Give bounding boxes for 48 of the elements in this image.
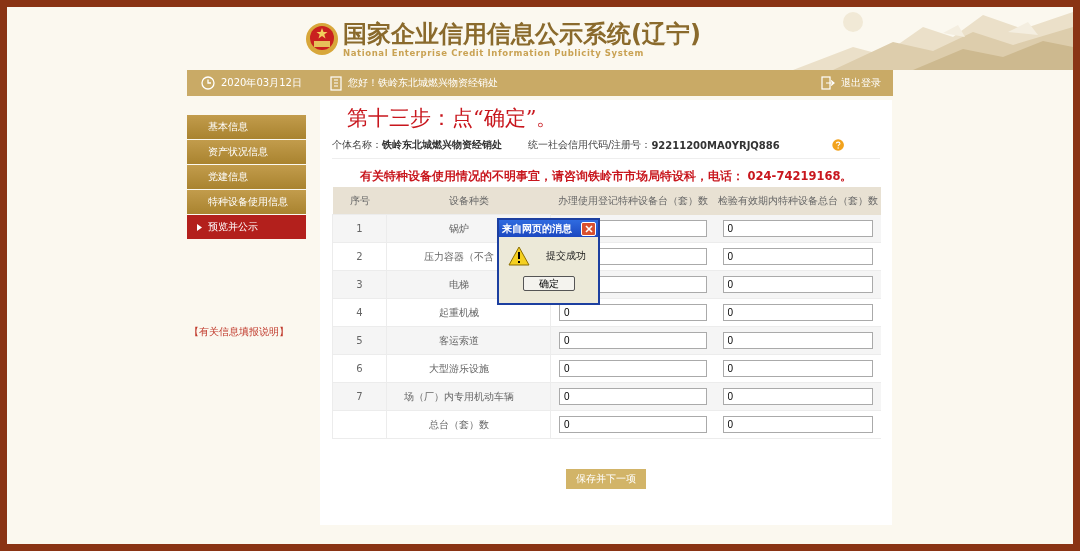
building-icon (329, 75, 342, 91)
input-field[interactable]: 0 (559, 332, 707, 349)
table-cell: 客运索道 (386, 326, 551, 355)
table-cell: 总台（套）数 (386, 410, 551, 439)
ok-button[interactable]: 确定 (522, 276, 575, 291)
column-header: 办理使用登记特种设备台（套）数 (550, 187, 715, 215)
name-label: 个体名称： (332, 138, 382, 152)
table-cell: 5 (332, 326, 387, 355)
table-cell: 4 (332, 298, 387, 327)
close-icon (584, 224, 593, 233)
close-button[interactable] (581, 221, 596, 236)
input-field[interactable]: 0 (559, 304, 707, 321)
date-text: 2020年03月12日 (221, 76, 302, 90)
code-label: 统一社会信用代码/注册号： (528, 138, 652, 152)
name-value: 铁岭东北城燃兴物资经销处 (382, 138, 502, 152)
warning-icon (508, 246, 530, 266)
input-field[interactable]: 0 (722, 416, 873, 433)
help-link[interactable]: 【有关信息填报说明】 (187, 325, 306, 339)
table-cell: 2 (332, 242, 387, 271)
table-cell: 3 (332, 270, 387, 299)
emblem-icon (305, 20, 339, 57)
step-heading: 第十三步：点“确定”。 (346, 105, 559, 132)
table-cell: 1 (332, 214, 387, 243)
column-header: 设备种类 (386, 187, 551, 215)
input-field[interactable]: 0 (722, 276, 873, 293)
input-field[interactable]: 0 (559, 388, 707, 405)
table-cell: 7 (332, 382, 387, 411)
code-value: 92211200MA0YRJQ886 (651, 139, 780, 151)
table-cell: 大型游乐设施 (386, 354, 551, 383)
clock-icon (201, 76, 215, 90)
input-field[interactable]: 0 (722, 360, 873, 377)
column-header: 检验有效期内特种设备总台（套）数 (714, 187, 881, 215)
input-field[interactable]: 0 (722, 219, 873, 237)
input-field[interactable]: 0 (559, 360, 707, 377)
input-field[interactable]: 0 (722, 304, 873, 321)
input-field[interactable]: 0 (722, 332, 873, 349)
site-subtitle: National Enterprise Credit Information Publicity System (343, 47, 645, 58)
input-field[interactable]: 0 (722, 388, 873, 405)
input-field[interactable]: 0 (559, 416, 707, 433)
table-cell: 场（厂）内专用机动车辆 (386, 382, 551, 411)
triangle-icon (197, 223, 202, 231)
site-title: 国家企业信用信息公示系统(辽宁) (343, 19, 701, 48)
greeting-text: 您好！铁岭东北城燃兴物资经销处 (347, 76, 498, 90)
table-cell: 6 (332, 354, 387, 383)
sidebar-item[interactable]: 预览并公示 (187, 215, 306, 239)
column-header: 序号 (332, 187, 387, 215)
input-field[interactable]: 0 (722, 248, 873, 265)
notice-text: 有关特种设备使用情况的不明事宜，请咨询铁岭市市场局特设科，电话： 024-74219168。 (358, 169, 854, 184)
